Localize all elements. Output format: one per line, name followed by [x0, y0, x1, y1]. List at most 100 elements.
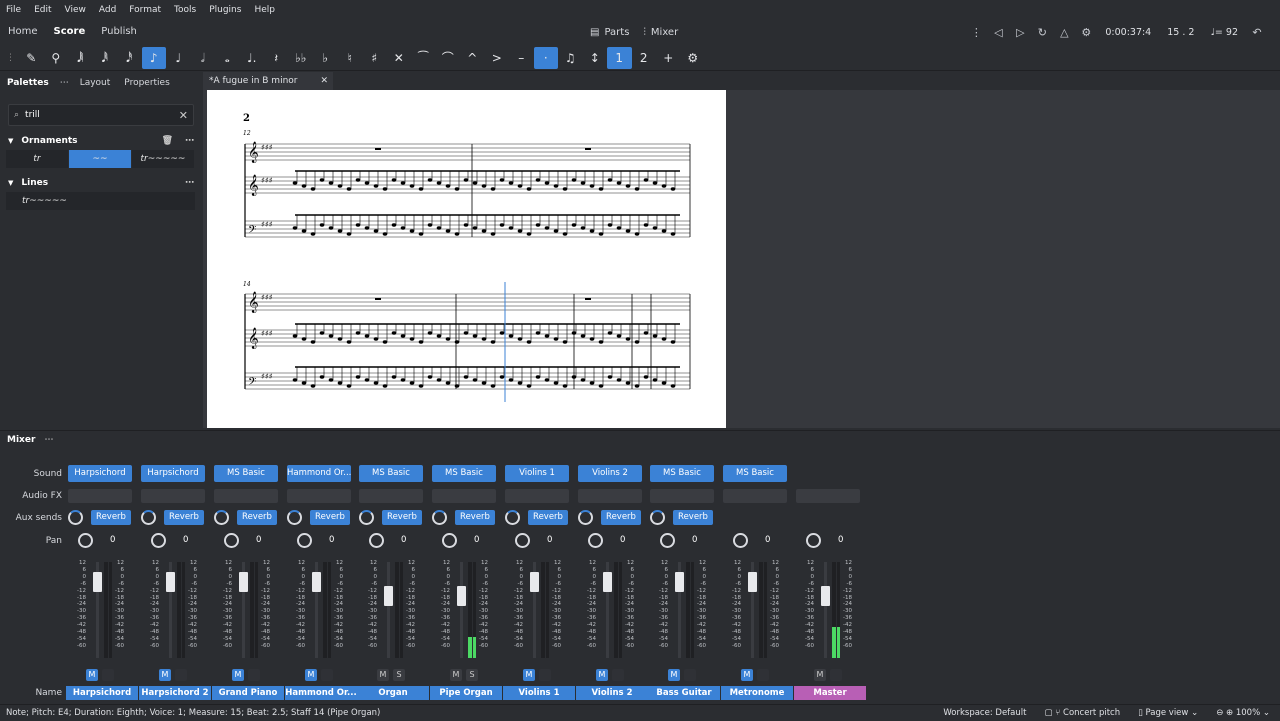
pan-knob[interactable]: [297, 533, 312, 548]
volume-fader-area[interactable]: 12 6 0 -6 -12 -18 -24 -30 -36 -42 -48 -54 -60 12 6 0 -6-…: [802, 560, 858, 660]
concert-pitch-toggle[interactable]: ▢ ⑂ Concert pitch: [1044, 705, 1120, 721]
reverb-button[interactable]: Reverb: [601, 510, 641, 525]
aux-send-knob[interactable]: [68, 510, 83, 525]
playback-settings-icon[interactable]: ⚙: [1075, 26, 1097, 39]
voice2-icon[interactable]: 2: [632, 47, 657, 69]
aux-send-knob[interactable]: [505, 510, 520, 525]
mute-button[interactable]: M: [305, 669, 317, 681]
tab-layout[interactable]: Layout: [73, 78, 118, 88]
menu-item-view[interactable]: View: [65, 5, 86, 15]
reverb-button[interactable]: Reverb: [455, 510, 495, 525]
pan-knob[interactable]: [78, 533, 93, 548]
solo-button[interactable]: S: [466, 669, 478, 681]
menu-item-edit[interactable]: Edit: [34, 5, 51, 15]
settings-icon[interactable]: ⚙: [681, 47, 706, 69]
aux-send-knob[interactable]: [432, 510, 447, 525]
mixer-button[interactable]: ⫶ Mixer: [643, 27, 678, 38]
flat-icon[interactable]: ♭: [313, 47, 338, 69]
mute-button[interactable]: M: [86, 669, 98, 681]
sound-selector[interactable]: MS Basic: [723, 465, 787, 482]
solo-button[interactable]: [612, 669, 624, 681]
undo-icon[interactable]: ↶: [1246, 26, 1268, 39]
fader-handle[interactable]: [457, 586, 466, 606]
zoom-in-icon[interactable]: ⊕: [1226, 708, 1233, 718]
menu-item-file[interactable]: File: [6, 5, 21, 15]
document-tab[interactable]: *A fugue in B minor based... ✕: [203, 72, 333, 104]
palette-search-input[interactable]: ⌕ trill ✕: [8, 104, 194, 126]
audio-fx-slot[interactable]: [650, 489, 714, 503]
loop-icon[interactable]: ↻: [1031, 26, 1053, 39]
staccato-icon[interactable]: ·: [533, 46, 558, 69]
metronome-icon[interactable]: △: [1053, 26, 1075, 39]
sharp-icon[interactable]: ♯: [362, 47, 387, 69]
whole-note-icon[interactable]: 𝅝: [215, 47, 240, 69]
solo-button[interactable]: [102, 669, 114, 681]
pan-knob[interactable]: [442, 533, 457, 548]
clear-search-icon[interactable]: ✕: [179, 109, 188, 122]
trash-icon[interactable]: 🗑: [162, 136, 173, 146]
dotted-note-icon[interactable]: ♩.: [240, 47, 265, 69]
audio-fx-slot[interactable]: [359, 489, 423, 503]
fader-handle[interactable]: [166, 572, 175, 592]
volume-fader-area[interactable]: 12 6 0 -6 -12 -18 -24 -30 -36 -42 -48 -54 -60 12 6 0 -6-…: [220, 560, 276, 660]
fader-handle[interactable]: [748, 572, 757, 592]
reverb-button[interactable]: Reverb: [382, 510, 422, 525]
pan-knob[interactable]: [369, 533, 384, 548]
sound-selector[interactable]: Harpsichord: [68, 465, 132, 482]
tab-score[interactable]: Score: [46, 20, 94, 44]
score-view[interactable]: 2 12 14 𝄞 ♯♯♯ 𝄞 ♯♯♯ 𝄢 ♯♯♯ 𝄞 ♯♯♯ 𝄞 ♯♯♯ 𝄢 ♯♯♯: [203, 90, 1280, 428]
view-mode-selector[interactable]: ▯ Page view ⌄: [1138, 705, 1198, 721]
aux-send-knob[interactable]: [287, 510, 302, 525]
more-icon[interactable]: ⋯: [185, 136, 194, 146]
volume-fader-area[interactable]: 12 6 0 -6 -12 -18 -24 -30 -36 -42 -48 -54 -60 12 6 0 -6-…: [365, 560, 421, 660]
workspace-selector[interactable]: Workspace: Default: [943, 705, 1026, 721]
tuplet-icon[interactable]: ♫: [558, 47, 583, 69]
32nd-note-icon[interactable]: 𝅘𝅥𝅱: [93, 47, 118, 69]
mute-button[interactable]: M: [741, 669, 753, 681]
quarter-note-icon[interactable]: ♩: [166, 47, 191, 69]
reverb-button[interactable]: Reverb: [528, 510, 568, 525]
menu-item-tools[interactable]: Tools: [174, 5, 196, 15]
sound-selector[interactable]: MS Basic: [214, 465, 278, 482]
zoom-out-icon[interactable]: ⊖: [1216, 708, 1223, 718]
tab-publish[interactable]: Publish: [93, 20, 145, 44]
volume-fader-area[interactable]: 12 6 0 -6 -12 -18 -24 -30 -36 -42 -48 -54 -60 12 6 0 -6-…: [147, 560, 203, 660]
audio-fx-slot[interactable]: [214, 489, 278, 503]
fader-handle[interactable]: [384, 586, 393, 606]
menu-item-add[interactable]: Add: [99, 5, 116, 15]
mute-button[interactable]: M: [377, 669, 389, 681]
pan-knob[interactable]: [224, 533, 239, 548]
sound-selector[interactable]: Violins 2: [578, 465, 642, 482]
solo-button[interactable]: [684, 669, 696, 681]
fader-handle[interactable]: [675, 572, 684, 592]
play-icon[interactable]: ▷: [1009, 26, 1031, 39]
pan-knob[interactable]: [733, 533, 748, 548]
reverb-button[interactable]: Reverb: [91, 510, 131, 525]
mute-button[interactable]: M: [450, 669, 462, 681]
marcato-icon[interactable]: ^: [460, 47, 485, 69]
16th-note-icon[interactable]: 𝅘𝅥𝅰: [117, 47, 142, 69]
fader-handle[interactable]: [530, 572, 539, 592]
volume-fader-area[interactable]: 12 6 0 -6 -12 -18 -24 -30 -36 -42 -48 -54 -60 12 6 0 -6-…: [293, 560, 349, 660]
mute-button[interactable]: M: [523, 669, 535, 681]
pencil-icon[interactable]: ✎: [19, 47, 44, 69]
mute-button[interactable]: M: [668, 669, 680, 681]
aux-send-knob[interactable]: [214, 510, 229, 525]
solo-button[interactable]: S: [393, 669, 405, 681]
drag-handle-icon[interactable]: ⋮: [965, 26, 987, 39]
aux-send-knob[interactable]: [650, 510, 665, 525]
pan-knob[interactable]: [806, 533, 821, 548]
fader-track[interactable]: [387, 562, 390, 658]
sound-selector[interactable]: Harpsichord: [141, 465, 205, 482]
reverb-button[interactable]: Reverb: [164, 510, 204, 525]
menu-item-format[interactable]: Format: [129, 5, 161, 15]
fader-track[interactable]: [460, 562, 463, 658]
parts-button[interactable]: ▤ Parts: [590, 27, 629, 38]
sound-selector[interactable]: MS Basic: [650, 465, 714, 482]
more-icon[interactable]: ⋯: [185, 178, 194, 188]
rest-icon[interactable]: 𝄽: [264, 47, 289, 69]
mute-button[interactable]: M: [814, 669, 826, 681]
solo-button[interactable]: [539, 669, 551, 681]
mute-button[interactable]: M: [232, 669, 244, 681]
audio-fx-slot[interactable]: [432, 489, 496, 503]
